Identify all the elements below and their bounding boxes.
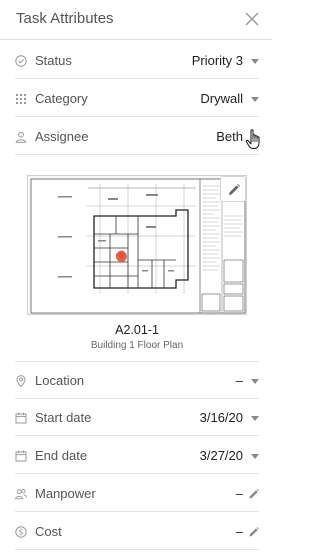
location-row[interactable]: Location – (15, 362, 259, 399)
people-icon (15, 489, 27, 500)
status-value[interactable]: Priority 3 (192, 53, 243, 68)
close-icon[interactable] (242, 9, 262, 29)
start-date-dropdown-caret[interactable] (251, 416, 259, 421)
start-date-row[interactable]: Start date 3/16/20 (15, 399, 259, 436)
location-dropdown-caret[interactable] (251, 379, 259, 384)
manpower-row[interactable]: Manpower – (15, 475, 259, 512)
sheet-name: Building 1 Floor Plan (90, 340, 184, 351)
cost-value[interactable]: – (236, 524, 243, 539)
sheet-preview-section: A2.01-1 Building 1 Floor Plan (15, 157, 259, 362)
end-date-row[interactable]: End date 3/27/20 (15, 437, 259, 474)
calendar-icon (15, 450, 27, 462)
assignee-label: Assignee (35, 129, 89, 144)
panel-title: Task Attributes (16, 10, 114, 27)
end-date-dropdown-caret[interactable] (251, 454, 259, 459)
manpower-value[interactable]: – (236, 486, 243, 501)
location-value[interactable]: – (236, 373, 243, 388)
category-row[interactable]: Category Drywall (15, 80, 259, 117)
floor-plan-thumbnail[interactable] (27, 175, 247, 315)
hand-cursor-icon (245, 129, 260, 149)
start-date-value[interactable]: 3/16/20 (200, 410, 243, 425)
assignee-row[interactable]: Assignee Beth (15, 118, 259, 155)
edit-markup-button[interactable] (220, 176, 246, 202)
category-dropdown-caret[interactable] (251, 97, 259, 102)
svg-text:$: $ (19, 528, 24, 537)
pencil-icon (229, 184, 240, 195)
location-label: Location (35, 373, 85, 388)
cost-row[interactable]: $ Cost – (15, 513, 259, 550)
status-row[interactable]: Status Priority 3 (15, 42, 259, 79)
dollar-circle-icon: $ (15, 526, 27, 538)
pencil-icon[interactable] (248, 488, 260, 500)
manpower-label: Manpower (35, 486, 96, 501)
end-date-value[interactable]: 3/27/20 (200, 448, 243, 463)
start-date-label: Start date (35, 410, 92, 425)
check-circle-icon (15, 55, 27, 67)
person-icon (15, 131, 27, 143)
grid-dots-icon (16, 94, 26, 104)
status-label: Status (35, 53, 72, 68)
map-pin-icon (16, 375, 26, 387)
calendar-icon (15, 412, 27, 424)
status-dropdown-caret[interactable] (251, 59, 259, 64)
cost-label: Cost (35, 524, 62, 539)
category-label: Category (35, 91, 88, 106)
panel-header: Task Attributes (0, 0, 272, 40)
category-value[interactable]: Drywall (200, 91, 243, 106)
end-date-label: End date (35, 448, 88, 463)
sheet-number: A2.01-1 (115, 323, 159, 337)
assignee-value[interactable]: Beth (216, 129, 243, 144)
pencil-icon[interactable] (248, 526, 260, 538)
